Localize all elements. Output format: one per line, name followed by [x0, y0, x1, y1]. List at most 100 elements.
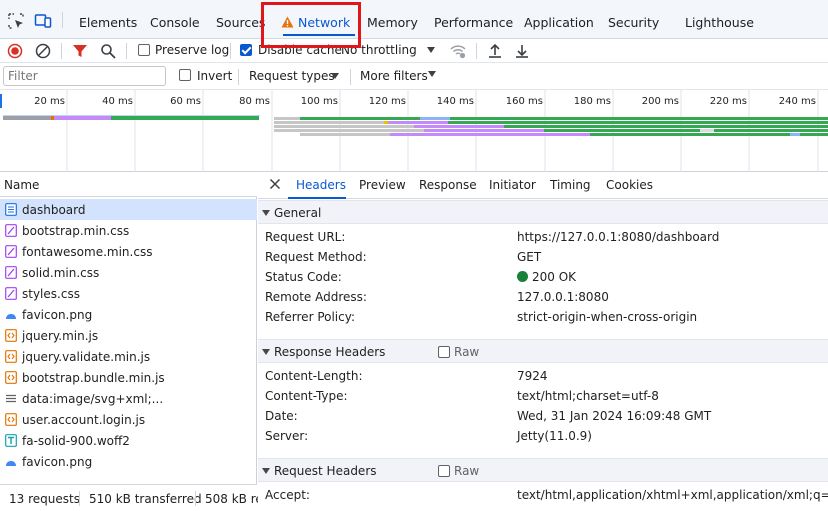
expand-triangle-icon — [262, 349, 270, 355]
font-icon — [5, 434, 17, 447]
timeline-tick: 80 ms — [239, 96, 270, 107]
header-key: Referrer Policy: — [265, 310, 355, 324]
raw-label: Raw — [454, 464, 480, 478]
import-har-icon[interactable] — [486, 42, 504, 60]
disable-cache-checkbox[interactable] — [240, 44, 252, 56]
header-row: Request URL: https://127.0.0.1:8080/dash… — [258, 228, 828, 248]
disable-cache-label: Disable cache — [258, 43, 342, 57]
raw-label: Raw — [454, 345, 480, 359]
network-conditions-icon[interactable] — [449, 42, 467, 60]
timeline-tick: 180 ms — [574, 96, 611, 107]
summary-divider — [195, 491, 196, 506]
tab-console[interactable]: Console — [150, 0, 200, 39]
header-key: Request URL: — [265, 230, 346, 244]
timeline-tick: 20 ms — [34, 96, 65, 107]
response-headers-section-header[interactable]: Response Headers Raw — [258, 339, 828, 363]
request-types-dropdown[interactable]: Request types — [249, 69, 335, 83]
header-key: Remote Address: — [265, 290, 367, 304]
timeline-tick: 40 ms — [102, 96, 133, 107]
transferred-size: 510 kB transferred — [89, 492, 202, 506]
request-list-header[interactable]: Name — [0, 172, 257, 197]
request-row[interactable]: data:image/svg+xml;... — [0, 388, 257, 409]
preserve-log-checkbox[interactable] — [138, 44, 150, 56]
request-list: Name dashboard bootstrap.min.css fontawe… — [0, 172, 257, 511]
timeline-tick: 200 ms — [642, 96, 679, 107]
export-har-icon[interactable] — [513, 42, 531, 60]
request-row[interactable]: user.account.login.js — [0, 409, 257, 430]
raw-checkbox[interactable] — [438, 465, 450, 477]
header-value: text/html,application/xhtml+xml,applicat… — [517, 488, 828, 502]
tab-sources[interactable]: Sources — [216, 0, 265, 39]
header-value: Wed, 31 Jan 2024 16:09:48 GMT — [517, 409, 712, 423]
header-row: Remote Address: 127.0.0.1:8080 — [258, 288, 828, 308]
clear-icon[interactable] — [34, 42, 52, 60]
tab-headers[interactable]: Headers — [296, 178, 346, 192]
toolbar-divider — [126, 43, 127, 59]
filter-divider — [350, 69, 351, 85]
tab-cookies[interactable]: Cookies — [606, 178, 653, 192]
tab-application[interactable]: Application — [524, 0, 594, 39]
request-row[interactable]: bootstrap.min.css — [0, 220, 257, 241]
network-summary-bar: 13 requests 510 kB transferred 508 kB re — [0, 484, 263, 511]
throttling-select[interactable]: No throttling — [341, 43, 417, 57]
tab-performance[interactable]: Performance — [434, 0, 513, 39]
overview-chart: 20 ms 40 ms 60 ms 80 ms 100 ms 120 ms 14… — [0, 90, 828, 172]
active-details-tab-indicator — [288, 197, 346, 199]
request-name: user.account.login.js — [22, 413, 146, 427]
script-icon — [5, 413, 17, 426]
request-row[interactable]: bootstrap.bundle.min.js — [0, 367, 257, 388]
invert-checkbox[interactable] — [179, 69, 191, 81]
request-row[interactable]: styles.css — [0, 283, 257, 304]
record-stop-icon[interactable] — [6, 42, 24, 60]
tab-network-label: Network — [298, 15, 351, 30]
header-value: GET — [517, 250, 542, 264]
script-icon — [5, 329, 17, 342]
tab-security[interactable]: Security — [608, 0, 659, 39]
request-row[interactable]: favicon.png — [0, 304, 257, 325]
request-row[interactable]: solid.min.css — [0, 262, 257, 283]
devtools-tabbar: Elements Console Sources Network Memory … — [0, 0, 828, 39]
request-row[interactable]: fontawesome.min.css — [0, 241, 257, 262]
tab-elements[interactable]: Elements — [79, 0, 137, 39]
request-row[interactable]: jquery.min.js — [0, 325, 257, 346]
tab-timing[interactable]: Timing — [550, 178, 591, 192]
request-name: jquery.validate.min.js — [22, 350, 151, 364]
tab-initiator[interactable]: Initiator — [489, 178, 536, 192]
header-value: https://127.0.0.1:8080/dashboard — [517, 230, 720, 244]
tab-preview[interactable]: Preview — [359, 178, 406, 192]
request-name: favicon.png — [22, 455, 93, 469]
script-icon — [5, 371, 17, 384]
header-key: Status Code: — [265, 270, 342, 284]
network-toolbar: Preserve log Disable cache No throttling — [0, 39, 828, 63]
image-icon — [6, 461, 16, 466]
header-key: Server: — [265, 429, 309, 443]
header-key: Accept: — [265, 488, 310, 502]
filter-icon[interactable] — [71, 42, 89, 60]
request-row[interactable]: favicon.png — [0, 451, 257, 472]
search-icon[interactable] — [99, 42, 117, 60]
raw-checkbox[interactable] — [438, 346, 450, 358]
overview-bars — [3, 115, 828, 136]
request-row-dashboard[interactable]: dashboard — [0, 199, 257, 220]
more-filters-dropdown[interactable]: More filters — [360, 69, 428, 83]
request-name: bootstrap.min.css — [22, 224, 130, 238]
name-column-header: Name — [4, 178, 40, 192]
request-name: favicon.png — [22, 308, 93, 322]
network-overview-timeline[interactable]: 20 ms 40 ms 60 ms 80 ms 100 ms 120 ms 14… — [0, 90, 828, 172]
request-name: solid.min.css — [22, 266, 100, 280]
request-row[interactable]: fa-solid-900.woff2 — [0, 430, 257, 451]
tab-lighthouse[interactable]: Lighthouse — [685, 0, 754, 39]
timeline-tick: 140 ms — [437, 96, 474, 107]
general-section-header[interactable]: General — [258, 200, 828, 224]
device-toolbar-icon[interactable] — [34, 12, 52, 30]
inspect-element-icon[interactable] — [7, 12, 25, 30]
request-headers-section-header[interactable]: Request Headers Raw — [258, 458, 828, 482]
tab-memory[interactable]: Memory — [367, 0, 418, 39]
filter-input[interactable] — [3, 66, 166, 86]
chevron-down-icon — [428, 71, 436, 77]
tab-response[interactable]: Response — [419, 178, 477, 192]
request-row[interactable]: jquery.validate.min.js — [0, 346, 257, 367]
toolbar-divider — [476, 43, 477, 59]
document-icon — [5, 203, 17, 216]
close-icon[interactable] — [268, 177, 282, 191]
